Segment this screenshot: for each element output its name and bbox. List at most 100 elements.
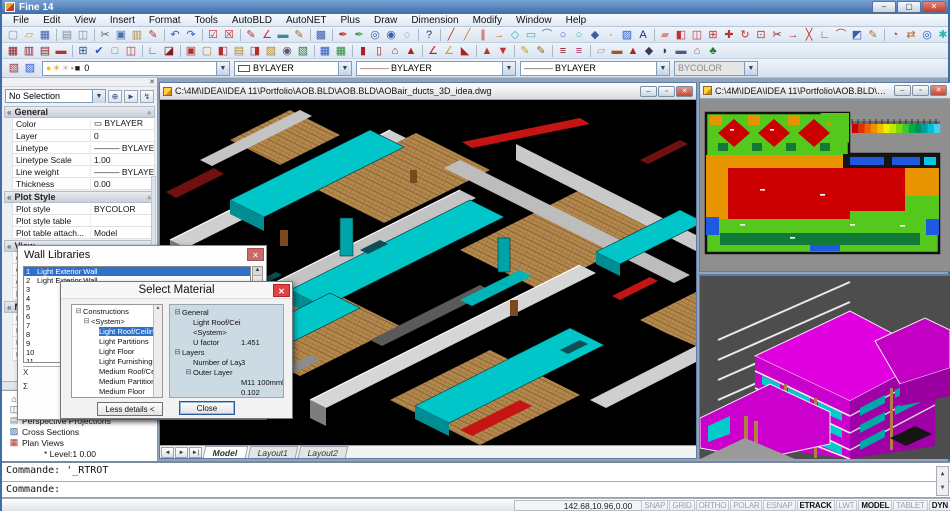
- less-details-button[interactable]: Less details <: [97, 402, 163, 416]
- raise-level-icon[interactable]: ▲: [403, 44, 419, 58]
- check-standards-icon[interactable]: ☒: [221, 28, 237, 42]
- window-tool-icon[interactable]: ◫: [123, 44, 139, 58]
- mat-node-medium-partitions[interactable]: Medium Partitions: [72, 376, 162, 386]
- fillet-icon[interactable]: ⌒: [833, 28, 849, 42]
- mat-node-medium-roof[interactable]: Medium Roof/Ceiling: [72, 366, 162, 376]
- sketch-icon[interactable]: ✎: [243, 28, 259, 42]
- tree-icon[interactable]: ♣: [705, 44, 721, 58]
- help-icon[interactable]: ?: [421, 28, 437, 42]
- mirror-icon[interactable]: ◫: [689, 28, 705, 42]
- angle-icon[interactable]: ∠: [259, 28, 275, 42]
- pen-red-icon[interactable]: ✒: [335, 28, 351, 42]
- column-edit-icon[interactable]: ▯: [371, 44, 387, 58]
- selection-combo[interactable]: No Selection ▼: [5, 89, 106, 103]
- layer-manager-icon[interactable]: ▧: [6, 61, 22, 75]
- menu-item[interactable]: Plus: [334, 15, 367, 26]
- house-icon[interactable]: ⌂: [689, 44, 705, 58]
- menu-item[interactable]: Tools: [188, 15, 225, 26]
- scroll-up-icon[interactable]: ▲: [941, 470, 945, 477]
- check-drawing-icon[interactable]: ☑: [205, 28, 221, 42]
- lineweight-combo[interactable]: ———— BYLAYER ▼: [520, 60, 670, 76]
- layer-states-icon[interactable]: ▨: [22, 61, 38, 75]
- minimize-button[interactable]: –: [872, 1, 896, 13]
- break-icon[interactable]: ╳: [801, 28, 817, 42]
- quick-select-button[interactable]: ⊕: [108, 89, 122, 103]
- tree-item-plan-views[interactable]: ▦ Plan Views: [2, 437, 157, 448]
- tree-item-level[interactable]: * Level:1 0.00: [2, 448, 157, 459]
- toggle-tablet[interactable]: TABLET: [893, 499, 928, 511]
- chevron-down-icon[interactable]: ▼: [502, 61, 515, 75]
- chevron-down-icon[interactable]: ▼: [656, 61, 669, 75]
- trim-icon[interactable]: ✂: [769, 28, 785, 42]
- section-tool-icon[interactable]: ◣: [457, 44, 473, 58]
- tab-model[interactable]: Model: [202, 446, 248, 458]
- hatch-icon[interactable]: ▨: [619, 28, 635, 42]
- drawing-title-bar[interactable]: C:\4M\IDEA\IDEA 11\Portfolio\AOB.BLD\AOB…: [160, 83, 696, 100]
- open-file-icon[interactable]: ▱: [21, 28, 37, 42]
- command-input-line[interactable]: Commande:: [2, 482, 950, 498]
- wall-libraries-title[interactable]: Wall Libraries ✕: [18, 246, 266, 263]
- grid-tool-icon[interactable]: ⊞: [75, 44, 91, 58]
- section-plot-style[interactable]: « Plot Style ▴: [4, 191, 155, 203]
- mat-node-light-floor[interactable]: Light Floor: [72, 346, 162, 356]
- zoom-previous-icon[interactable]: ◌: [399, 28, 415, 42]
- pen-yellow-icon[interactable]: ✎: [517, 44, 533, 58]
- menu-item[interactable]: Modify: [466, 15, 509, 26]
- chamfer-icon[interactable]: ∟: [817, 28, 833, 42]
- level-up-icon[interactable]: ▲: [479, 44, 495, 58]
- pen-dark-icon[interactable]: ✎: [533, 44, 549, 58]
- image-green-icon[interactable]: ▦: [333, 44, 349, 58]
- toggle-dyn[interactable]: DYN: [928, 499, 950, 511]
- close-icon[interactable]: ✕: [247, 248, 264, 261]
- layer-freeze-icon[interactable]: ✱: [935, 28, 948, 42]
- circle-icon[interactable]: ○: [555, 28, 571, 42]
- wall-tool-icon[interactable]: ▦: [5, 44, 21, 58]
- menu-item[interactable]: Help: [559, 15, 594, 26]
- material-tree-scrollbar[interactable]: ▲: [153, 305, 162, 397]
- mat-node-constructions[interactable]: ⊟ Constructions: [72, 306, 162, 316]
- scroll-up-icon[interactable]: ▲: [253, 267, 262, 276]
- toggle-ortho[interactable]: ORTHO: [695, 499, 730, 511]
- detail-expand-icon[interactable]: ⊟: [173, 348, 182, 356]
- tab-layout2[interactable]: Layout2: [297, 446, 349, 458]
- rectangle-icon[interactable]: ▭: [523, 28, 539, 42]
- pencil-icon[interactable]: ✎: [291, 28, 307, 42]
- undo-icon[interactable]: ↶: [167, 28, 183, 42]
- extend-icon[interactable]: →: [785, 28, 801, 42]
- pen-green-icon[interactable]: ✒: [351, 28, 367, 42]
- stair-edit-icon[interactable]: ◪: [161, 44, 177, 58]
- redo-icon[interactable]: ↷: [183, 28, 199, 42]
- mat-node-medium-furnishings[interactable]: Medium Furnishings: [72, 396, 162, 398]
- scale-icon[interactable]: ⊡: [753, 28, 769, 42]
- wall-list-item[interactable]: 1 Light Exterior Wall: [24, 267, 250, 276]
- multiline-icon[interactable]: ∥: [475, 28, 491, 42]
- tab-scroll-end[interactable]: ►|: [189, 446, 202, 458]
- close-button[interactable]: ✕: [922, 1, 946, 13]
- rotate-icon[interactable]: ↻: [737, 28, 753, 42]
- detail-expand-icon[interactable]: ⊟: [184, 368, 193, 376]
- mat-node-light-furnishings[interactable]: Light Furnishings: [72, 356, 162, 366]
- thermal-title-bar[interactable]: C:\4M\IDEA\IDEA 11\Portfolio\AOB.BLD\AOB…: [700, 83, 950, 99]
- menu-item[interactable]: Dimension: [404, 15, 465, 26]
- slope-edit-icon[interactable]: ∠: [441, 44, 457, 58]
- copy-level-icon[interactable]: ▢: [199, 44, 215, 58]
- doc-close-button[interactable]: ✕: [676, 85, 693, 97]
- bar-icon[interactable]: ▬: [275, 28, 291, 42]
- slope-tool-icon[interactable]: ∠: [425, 44, 441, 58]
- view-3d-icon[interactable]: ◧: [215, 44, 231, 58]
- spline-check-icon[interactable]: ✔: [91, 44, 107, 58]
- toggle-pickadd-button[interactable]: ↯: [140, 89, 154, 103]
- building-icon[interactable]: ◨: [247, 44, 263, 58]
- menu-item[interactable]: AutoBLD: [225, 15, 279, 26]
- menu-item[interactable]: Format: [142, 15, 188, 26]
- array-icon[interactable]: ⊞: [705, 28, 721, 42]
- menu-item[interactable]: Window: [509, 15, 559, 26]
- chevron-down-icon[interactable]: ▼: [338, 61, 351, 75]
- doc-close-button[interactable]: ✕: [930, 85, 947, 96]
- block-icon[interactable]: ◆: [587, 28, 603, 42]
- copy-object-icon[interactable]: ◧: [673, 28, 689, 42]
- doc-minimize-button[interactable]: –: [640, 85, 657, 97]
- furniture-dark-icon[interactable]: ◆: [641, 44, 657, 58]
- line-icon[interactable]: ╱: [443, 28, 459, 42]
- tab-scroll-left[interactable]: ◄: [161, 446, 174, 458]
